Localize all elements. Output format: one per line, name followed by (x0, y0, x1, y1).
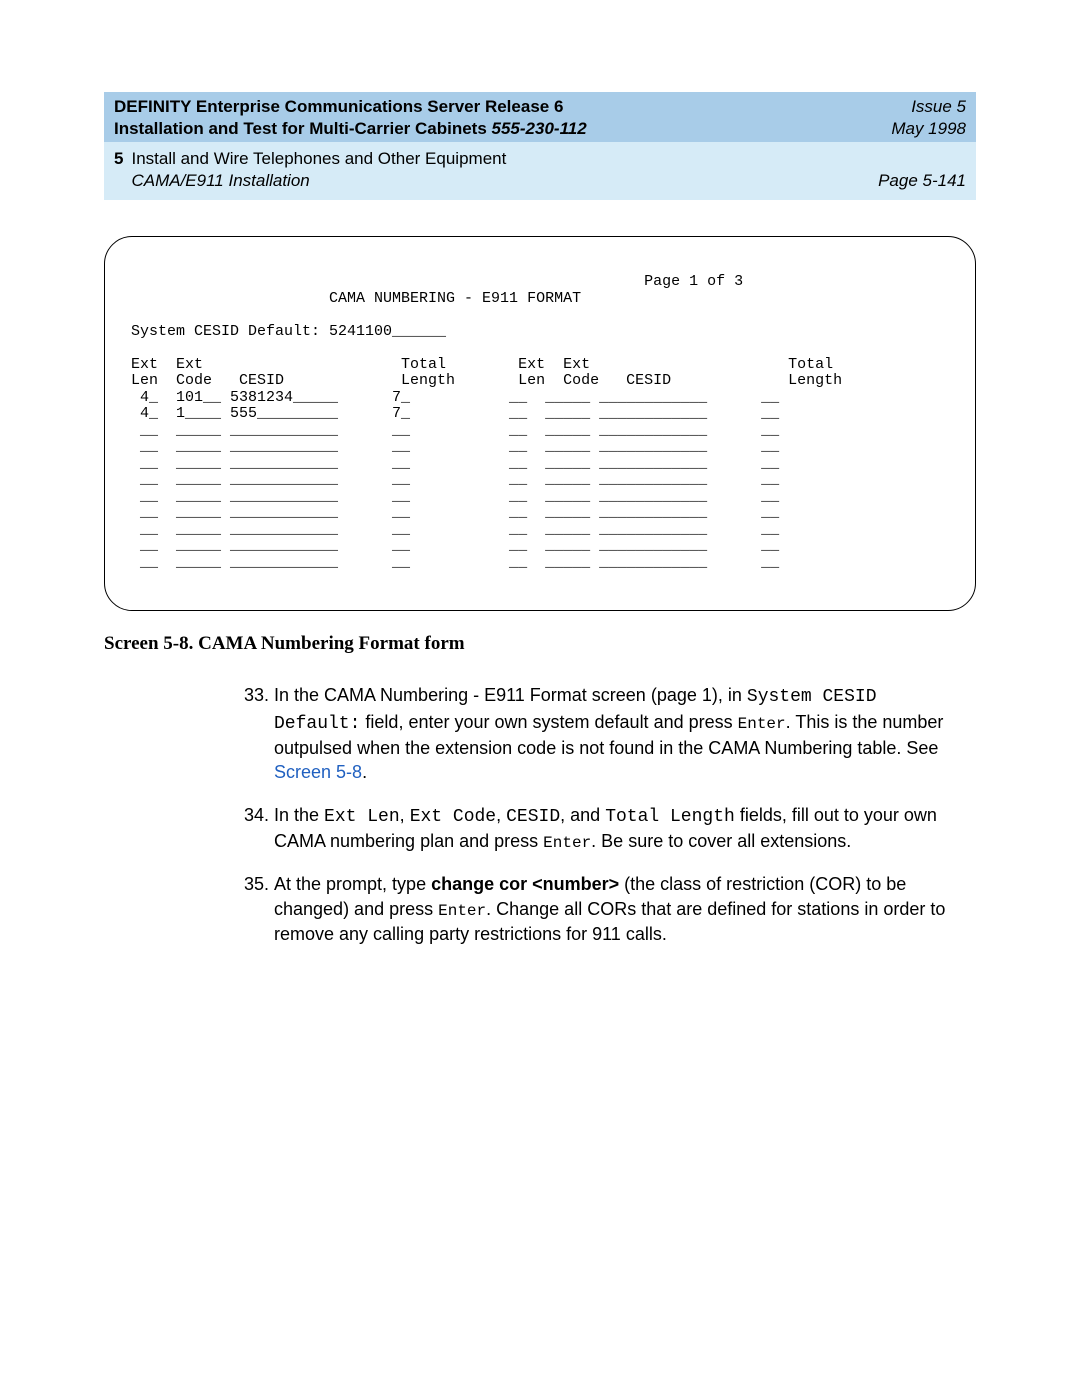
page-header: DEFINITY Enterprise Communications Serve… (104, 92, 976, 200)
chapter-title: Install and Wire Telephones and Other Eq… (131, 148, 506, 170)
step-34-text-d: , and (560, 805, 605, 825)
step-33-text-a: In the CAMA Numbering - E911 Format scre… (274, 685, 747, 705)
step-34-text-c: , (496, 805, 506, 825)
terminal-screen-content: Page 1 of 3 CAMA NUMBERING - E911 FORMAT… (131, 274, 949, 571)
step-34-field-2: Ext Code (410, 807, 496, 827)
step-34-text-f: . Be sure to cover all extensions. (591, 831, 851, 851)
step-34-text-b: , (400, 805, 410, 825)
step-35: At the prompt, type change cor <number> … (274, 872, 976, 946)
step-33-enter-key: Enter (738, 715, 786, 733)
step-35-cmd: change cor (431, 874, 527, 894)
page-number: Page 5-141 (878, 170, 966, 192)
header-row-1: DEFINITY Enterprise Communications Serve… (104, 92, 976, 142)
header-issue-block: Issue 5 May 1998 (891, 96, 966, 140)
chapter-block: 5 Install and Wire Telephones and Other … (114, 148, 506, 192)
doc-number: 555-230-112 (492, 119, 587, 138)
chapter-number: 5 (114, 148, 123, 170)
step-33-text-c: field, enter your own system default and… (360, 712, 737, 732)
step-34-enter-key: Enter (543, 834, 591, 852)
instruction-list: In the CAMA Numbering - E911 Format scre… (104, 683, 976, 946)
doc-title-line1: DEFINITY Enterprise Communications Serve… (114, 96, 587, 118)
step-33-text-f: . (362, 762, 367, 782)
step-34-field-1: Ext Len (324, 807, 400, 827)
issue-label: Issue 5 (891, 96, 966, 118)
screen-caption: Screen 5-8. CAMA Numbering Format form (104, 633, 976, 655)
step-34: In the Ext Len, Ext Code, CESID, and Tot… (274, 803, 976, 855)
step-35-arg: <number> (527, 874, 619, 894)
header-row-2: 5 Install and Wire Telephones and Other … (104, 142, 976, 200)
document-page: DEFINITY Enterprise Communications Serve… (0, 0, 1080, 1397)
doc-title-line2: Installation and Test for Multi-Carrier … (114, 118, 587, 140)
chapter-lines: Install and Wire Telephones and Other Eq… (131, 148, 506, 192)
step-34-text-a: In the (274, 805, 324, 825)
section-title: CAMA/E911 Installation (131, 170, 506, 192)
step-35-enter-key: Enter (438, 902, 486, 920)
issue-date: May 1998 (891, 118, 966, 140)
header-title-block: DEFINITY Enterprise Communications Serve… (114, 96, 587, 140)
step-33: In the CAMA Numbering - E911 Format scre… (274, 683, 976, 784)
doc-title-line2-text: Installation and Test for Multi-Carrier … (114, 119, 492, 138)
step-34-field-4: Total Length (605, 807, 735, 827)
step-34-field-3: CESID (506, 807, 560, 827)
terminal-screen-box: Page 1 of 3 CAMA NUMBERING - E911 FORMAT… (104, 236, 976, 611)
step-35-text-a: At the prompt, type (274, 874, 431, 894)
screen-reference-link[interactable]: Screen 5-8 (274, 762, 362, 782)
step-35-command: change cor <number> (431, 874, 619, 894)
